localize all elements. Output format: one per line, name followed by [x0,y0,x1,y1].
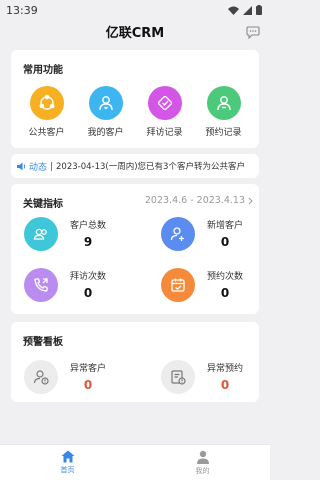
metric-text: 预约次数 0 [207,268,243,300]
metric-visit-count[interactable]: 拜访次数 0 [24,268,134,302]
tab-profile[interactable]: 我的 [135,445,270,480]
common-functions-card: 常用功能 公共客户 我的客户 拜访记录 预约记录 [11,50,259,148]
func-appointment-record[interactable]: 预约记录 [198,86,250,138]
warning-label: 异常预约 [207,364,244,374]
metric-text: 新增客户 0 [207,217,243,249]
metric-text: 异常预约 0 [207,360,243,392]
appointment-record-icon [206,86,241,120]
metric-appointment-count[interactable]: 预约次数 0 [161,268,271,302]
visit-record-icon [147,86,182,120]
func-label: 预约记录 [205,128,242,138]
status-icons [228,5,262,15]
common-functions-title: 常用功能 [23,65,63,76]
metric-customer-total[interactable]: 客户总数 9 [24,217,134,251]
func-label: 公共客户 [28,128,65,138]
profile-icon [196,450,209,464]
speaker-icon [17,162,26,170]
news-ticker[interactable]: 动态 2023-04-13(一周内)您已有3个客户转为公共客户 [11,154,259,178]
news-divider [51,161,53,171]
status-bar: 13:39 [0,0,270,20]
metric-text: 拜访次数 0 [70,268,106,300]
metric-value: 0 [220,286,230,300]
page-title: 亿联CRM [105,25,165,41]
warning-board-title: 预警看板 [23,337,63,348]
status-time: 13:39 [6,3,38,17]
tab-label: 首页 [60,466,75,474]
key-metrics-card: 关键指标 2023.4.6 - 2023.4.13 客户总数 9 新增客户 0 … [11,184,259,314]
metric-value: 0 [83,286,93,300]
wifi-icon [228,6,239,15]
visit-call-icon [24,268,58,302]
metric-text: 异常客户 0 [70,360,106,392]
nav-bar: 亿联CRM [0,20,270,42]
appointment-calendar-icon [161,268,195,302]
metric-label: 客户总数 [70,221,107,231]
metric-label: 新增客户 [207,221,244,231]
metric-new-customers[interactable]: 新增客户 0 [161,217,271,251]
func-my-customer[interactable]: 我的客户 [80,86,132,138]
customers-icon [24,217,58,251]
date-range-text: 2023.4.6 - 2023.4.13 [144,195,245,206]
news-tag-label: 动态 [29,162,48,173]
key-metrics-title: 关键指标 [23,199,63,210]
battery-icon [256,5,262,15]
message-icon[interactable] [246,24,260,43]
metric-label: 预约次数 [207,272,244,282]
warning-value: 0 [220,378,230,392]
abnormal-appointment-icon [161,360,195,394]
my-customer-icon [88,86,123,120]
add-customer-icon [161,217,195,251]
metric-value: 0 [220,235,230,249]
abnormal-customer-icon [24,360,58,394]
home-icon [61,450,74,463]
warning-abnormal-customer[interactable]: 异常客户 0 [24,360,134,394]
news-text: 2023-04-13(一周内)您已有3个客户转为公共客户 [56,162,245,172]
chevron-right-icon [248,197,253,204]
func-visit-record[interactable]: 拜访记录 [139,86,191,138]
public-customer-icon [29,86,64,120]
func-label: 我的客户 [87,128,124,138]
metric-text: 客户总数 9 [70,217,106,249]
metric-value: 9 [83,235,93,249]
func-public-customer[interactable]: 公共客户 [21,86,73,138]
warning-value: 0 [83,378,93,392]
bottom-tab-bar: 首页 我的 [0,444,270,480]
date-range-selector[interactable]: 2023.4.6 - 2023.4.13 [145,195,253,206]
tab-home[interactable]: 首页 [0,445,135,480]
tab-label: 我的 [195,466,210,475]
warning-abnormal-appointment[interactable]: 异常预约 0 [161,360,271,394]
signal-icon [243,5,252,15]
warning-label: 异常客户 [70,364,107,374]
common-functions-row: 公共客户 我的客户 拜访记录 预约记录 [11,86,259,138]
func-label: 拜访记录 [146,128,183,138]
metric-label: 拜访次数 [70,272,107,282]
news-tag: 动态 [17,160,47,173]
warning-board-card: 预警看板 异常客户 0 异常预约 0 [11,322,259,402]
